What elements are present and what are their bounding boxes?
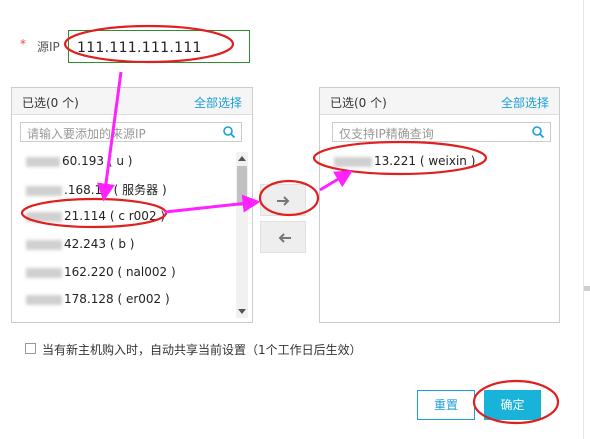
list-item[interactable]: 60.193 ( u ) bbox=[26, 154, 132, 168]
search-icon[interactable] bbox=[222, 125, 236, 139]
search-icon[interactable] bbox=[531, 125, 545, 139]
list-item[interactable]: 162.220 ( nal002 ) bbox=[26, 265, 176, 279]
list-item[interactable]: 13.221 ( weixin ) bbox=[334, 154, 475, 168]
edge-marker bbox=[584, 286, 590, 291]
right-panel-title: 已选(0 个) bbox=[330, 96, 387, 110]
list-item[interactable]: .168.14 ( 服务器 ) bbox=[26, 181, 167, 198]
page-edge-divider bbox=[583, 0, 584, 439]
masked-ip-prefix bbox=[26, 211, 62, 222]
arrow-right-icon bbox=[277, 196, 290, 206]
list-item[interactable]: 21.114 ( c r002 ) bbox=[26, 209, 165, 223]
left-panel-header: 已选(0 个) 全部选择 bbox=[12, 88, 252, 115]
reset-button[interactable]: 重置 bbox=[417, 390, 475, 420]
masked-ip-prefix bbox=[26, 294, 62, 305]
masked-ip-prefix bbox=[26, 185, 62, 196]
source-ip-input[interactable]: 111.111.111.111 bbox=[68, 30, 250, 63]
required-mark: * bbox=[20, 37, 26, 51]
auto-share-checkbox[interactable] bbox=[25, 343, 36, 354]
left-panel: 已选(0 个) 全部选择 请输入要添加的来源IP 60.193 ( u ) .1… bbox=[11, 87, 253, 323]
left-search-input[interactable]: 请输入要添加的来源IP bbox=[20, 122, 242, 142]
left-search-placeholder: 请输入要添加的来源IP bbox=[27, 127, 146, 141]
right-panel: 已选(0 个) 全部选择 仅支持IP精确查询 13.221 ( weixin ) bbox=[319, 87, 560, 323]
add-to-selected-button[interactable] bbox=[260, 184, 306, 216]
list-item[interactable]: 42.243 ( b ) bbox=[26, 237, 134, 251]
scroll-down-icon[interactable] bbox=[238, 309, 246, 314]
remove-from-selected-button[interactable] bbox=[260, 221, 306, 253]
scroll-thumb[interactable] bbox=[237, 166, 247, 206]
source-ip-label: 源IP bbox=[37, 40, 60, 54]
left-list-scrollbar[interactable] bbox=[236, 152, 248, 318]
right-search-input[interactable]: 仅支持IP精确查询 bbox=[332, 122, 551, 142]
masked-ip-prefix bbox=[334, 156, 372, 167]
left-select-all-link[interactable]: 全部选择 bbox=[194, 94, 242, 111]
scroll-up-icon[interactable] bbox=[238, 156, 246, 161]
masked-ip-prefix bbox=[26, 239, 62, 250]
masked-ip-prefix bbox=[26, 156, 60, 167]
confirm-button[interactable]: 确定 bbox=[484, 390, 541, 420]
arrow-left-icon bbox=[278, 233, 291, 243]
right-select-all-link[interactable]: 全部选择 bbox=[501, 94, 549, 111]
masked-ip-prefix bbox=[26, 267, 62, 278]
left-panel-title: 已选(0 个) bbox=[22, 96, 79, 110]
right-panel-header: 已选(0 个) 全部选择 bbox=[320, 88, 559, 115]
auto-share-label: 当有新主机购入时，自动共享当前设置（1个工作日后生效） bbox=[42, 343, 362, 357]
list-item[interactable]: 178.128 ( er002 ) bbox=[26, 292, 170, 306]
right-search-placeholder: 仅支持IP精确查询 bbox=[339, 127, 434, 141]
